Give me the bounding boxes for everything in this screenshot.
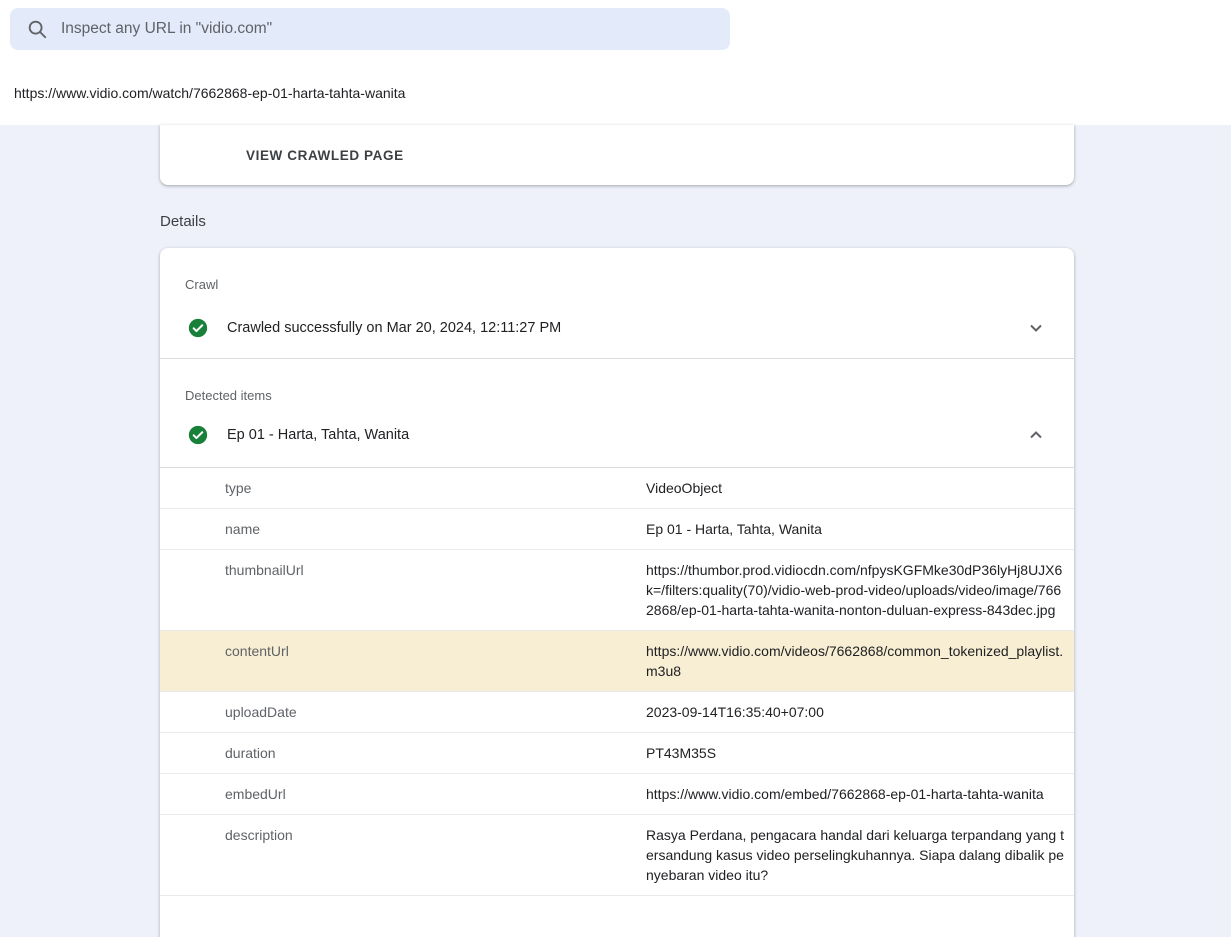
property-value: Rasya Perdana, pengacara handal dari kel…: [646, 825, 1074, 885]
detected-item-row[interactable]: Ep 01 - Harta, Tahta, Wanita: [160, 411, 1074, 459]
chevron-up-icon[interactable]: [1024, 423, 1048, 447]
crawled-page-card: VIEW CRAWLED PAGE: [160, 125, 1074, 185]
property-key: type: [160, 478, 646, 498]
check-circle-icon: [188, 425, 208, 445]
property-key: thumbnailUrl: [160, 560, 646, 620]
view-crawled-page-button[interactable]: VIEW CRAWLED PAGE: [246, 148, 404, 163]
chevron-down-icon[interactable]: [1024, 316, 1048, 340]
property-row-description[interactable]: descriptionRasya Perdana, pengacara hand…: [160, 815, 1074, 896]
property-value: PT43M35S: [646, 743, 1074, 763]
property-row-uploadDate[interactable]: uploadDate2023-09-14T16:35:40+07:00: [160, 692, 1074, 733]
property-row-duration[interactable]: durationPT43M35S: [160, 733, 1074, 774]
property-key: duration: [160, 743, 646, 763]
property-row-type[interactable]: typeVideoObject: [160, 468, 1074, 509]
crawl-status-row[interactable]: Crawled successfully on Mar 20, 2024, 12…: [160, 304, 1074, 352]
check-circle-icon: [188, 318, 208, 338]
property-value: https://thumbor.prod.vidiocdn.com/nfpysK…: [646, 560, 1074, 620]
detected-items-label: Detected items: [160, 359, 1074, 403]
search-icon: [26, 18, 48, 40]
crawl-label: Crawl: [160, 248, 1074, 292]
property-row-name[interactable]: nameEp 01 - Harta, Tahta, Wanita: [160, 509, 1074, 550]
property-key: name: [160, 519, 646, 539]
property-row-thumbnailUrl[interactable]: thumbnailUrlhttps://thumbor.prod.vidiocd…: [160, 550, 1074, 631]
details-section-label: Details: [160, 213, 206, 230]
property-key: uploadDate: [160, 702, 646, 722]
inspected-url: https://www.vidio.com/watch/7662868-ep-0…: [14, 85, 405, 101]
search-input[interactable]: [61, 20, 714, 38]
url-inspection-search[interactable]: [10, 8, 730, 50]
property-key: description: [160, 825, 646, 885]
crawl-status-text: Crawled successfully on Mar 20, 2024, 12…: [227, 320, 561, 336]
property-value: https://www.vidio.com/videos/7662868/com…: [646, 641, 1074, 681]
property-row-embedUrl[interactable]: embedUrlhttps://www.vidio.com/embed/7662…: [160, 774, 1074, 815]
details-card: Crawl Crawled successfully on Mar 20, 20…: [160, 248, 1074, 937]
property-row-contentUrl[interactable]: contentUrlhttps://www.vidio.com/videos/7…: [160, 631, 1074, 692]
property-value: VideoObject: [646, 478, 1074, 498]
property-value: https://www.vidio.com/embed/7662868-ep-0…: [646, 784, 1074, 804]
property-key: embedUrl: [160, 784, 646, 804]
detected-item-title: Ep 01 - Harta, Tahta, Wanita: [227, 427, 409, 443]
property-value: 2023-09-14T16:35:40+07:00: [646, 702, 1074, 722]
properties-table: typeVideoObjectnameEp 01 - Harta, Tahta,…: [160, 467, 1074, 896]
property-value: Ep 01 - Harta, Tahta, Wanita: [646, 519, 1074, 539]
property-key: contentUrl: [160, 641, 646, 681]
header-band: https://www.vidio.com/watch/7662868-ep-0…: [0, 0, 1231, 125]
